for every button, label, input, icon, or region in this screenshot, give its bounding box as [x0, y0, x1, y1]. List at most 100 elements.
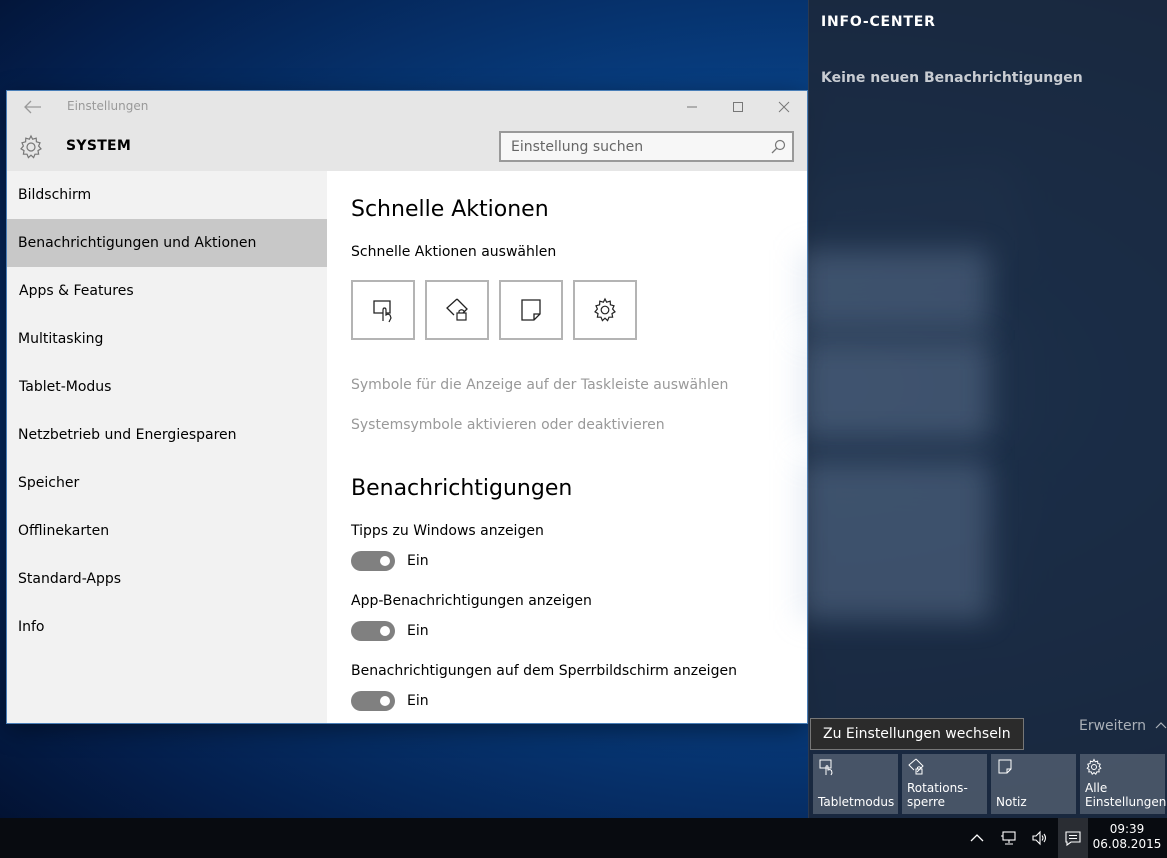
tile-label: Notiz	[996, 795, 1027, 809]
network-icon[interactable]	[1000, 829, 1018, 847]
action-center-button[interactable]	[1058, 818, 1088, 858]
note-icon	[998, 759, 1012, 774]
sidebar-item-label: Info	[18, 619, 45, 635]
taskbar-icons-link[interactable]: Symbole für die Anzeige auf der Taskleis…	[351, 377, 728, 393]
sidebar-item-label: Standard-Apps	[18, 571, 122, 587]
chevron-up-icon	[1155, 722, 1166, 729]
sidebar-item-label: Tablet-Modus	[19, 379, 112, 395]
tablet-mode-icon	[819, 759, 833, 776]
tile-label: Tabletmodus	[818, 795, 894, 809]
expand-label: Erweitern	[1079, 718, 1147, 734]
maximize-icon	[733, 102, 743, 112]
rotation-lock-icon	[446, 298, 468, 321]
close-button[interactable]	[761, 91, 807, 123]
toggle-label-lockscreen: Benachrichtigungen auf dem Sperrbildschi…	[351, 663, 737, 679]
toggle-knob	[380, 556, 390, 566]
close-icon	[778, 101, 790, 113]
toggle-label-app-notifications: App-Benachrichtigungen anzeigen	[351, 593, 592, 609]
clock[interactable]: 09:39 06.08.2015	[1092, 822, 1162, 852]
tile-label-line1: Tabletmodus	[818, 795, 895, 809]
sidebar-item-label: Netzbetrieb und Energiesparen	[18, 427, 237, 443]
sidebar-item-offlinekarten[interactable]: Offlinekarten	[7, 507, 327, 555]
minimize-button[interactable]	[669, 91, 715, 123]
sidebar-item-label: Offlinekarten	[18, 523, 110, 539]
settings-header: SYSTEM	[7, 123, 807, 171]
window-title: Einstellungen	[67, 99, 149, 113]
quick-actions-subtitle: Schnelle Aktionen auswählen	[351, 244, 557, 260]
tile-label: Alle Einstellungen	[1085, 781, 1166, 809]
sidebar-item-label: Multitasking	[18, 331, 104, 347]
tablet-mode-icon	[373, 300, 392, 323]
toggle-label-tips: Tipps zu Windows anzeigen	[351, 523, 544, 539]
tips-toggle[interactable]	[351, 551, 395, 571]
tile-label-line1: Alle	[1085, 781, 1108, 795]
quick-action-slot-note[interactable]	[499, 280, 563, 340]
toggle-state-app-notifications: Ein	[407, 623, 429, 639]
page-title: SYSTEM	[66, 138, 132, 154]
chevron-up-icon[interactable]	[968, 829, 986, 847]
rotation-lock-icon	[908, 758, 924, 775]
blur-backdrop	[799, 250, 989, 330]
sidebar-item-apps-features[interactable]: Apps & Features	[7, 267, 327, 315]
lockscreen-notifications-toggle[interactable]	[351, 691, 395, 711]
toggle-knob	[380, 696, 390, 706]
note-icon	[521, 299, 541, 321]
toggle-state-tips: Ein	[407, 553, 429, 569]
sidebar-item-multitasking[interactable]: Multitasking	[7, 315, 327, 363]
sidebar-item-label: Speicher	[18, 475, 80, 491]
notifications-heading: Benachrichtigungen	[351, 476, 573, 501]
sidebar-item-standard-apps[interactable]: Standard-Apps	[7, 555, 327, 603]
quick-actions-heading: Schnelle Aktionen	[351, 197, 549, 222]
gear-icon	[1086, 758, 1102, 776]
quick-action-slot-tablet-mode[interactable]	[351, 280, 415, 340]
tile-label: Rotations- sperre	[907, 781, 968, 809]
tile-label-line2: sperre	[907, 795, 946, 809]
blur-backdrop	[799, 460, 989, 620]
volume-icon[interactable]	[1031, 829, 1049, 847]
clock-date: 06.08.2015	[1092, 837, 1162, 851]
sidebar-item-info[interactable]: Info	[7, 603, 327, 651]
app-notifications-toggle[interactable]	[351, 621, 395, 641]
sidebar-item-bildschirm[interactable]: Bildschirm	[7, 171, 327, 219]
sidebar-item-tablet-modus[interactable]: Tablet-Modus	[7, 363, 327, 411]
tile-rotationssperre[interactable]: Rotations- sperre	[902, 754, 987, 814]
tile-notiz[interactable]: Notiz	[991, 754, 1076, 814]
settings-window: Einstellungen SYSTEM Bildschirm	[7, 91, 807, 723]
sidebar-item-label: Apps & Features	[19, 283, 134, 299]
tile-label-line1: Rotations-	[907, 781, 968, 795]
back-arrow-icon[interactable]	[21, 97, 43, 117]
tile-label-line1: Notiz	[996, 795, 1027, 809]
sidebar-item-speicher[interactable]: Speicher	[7, 459, 327, 507]
tooltip: Zu Einstellungen wechseln	[810, 718, 1024, 750]
gear-icon	[594, 297, 616, 322]
tile-alle-einstellungen[interactable]: Alle Einstellungen	[1080, 754, 1166, 814]
expand-button[interactable]: Erweitern	[1079, 718, 1167, 734]
quick-action-slot-all-settings[interactable]	[573, 280, 637, 340]
system-icons-link[interactable]: Systemsymbole aktivieren oder deaktivier…	[351, 417, 665, 433]
maximize-button[interactable]	[715, 91, 761, 123]
quick-action-slot-rotation-lock[interactable]	[425, 280, 489, 340]
clock-time: 09:39	[1109, 822, 1145, 836]
sidebar-item-benachrichtigungen[interactable]: Benachrichtigungen und Aktionen	[7, 219, 327, 267]
content-pane: Schnelle Aktionen Schnelle Aktionen ausw…	[327, 171, 807, 723]
no-notifications-text: Keine neuen Benachrichtigungen	[821, 70, 1083, 86]
gear-icon	[20, 134, 42, 159]
action-center-icon	[1065, 831, 1081, 847]
search-icon[interactable]	[770, 139, 786, 155]
minimize-icon	[687, 106, 697, 108]
sidebar-item-label: Bildschirm	[18, 187, 92, 203]
title-bar: Einstellungen	[7, 91, 807, 123]
action-center: INFO-CENTER Keine neuen Benachrichtigung…	[799, 0, 1167, 818]
sidebar-item-netzbetrieb[interactable]: Netzbetrieb und Energiesparen	[7, 411, 327, 459]
taskbar: 09:39 06.08.2015	[0, 818, 1167, 858]
tile-tabletmodus[interactable]: Tabletmodus	[813, 754, 898, 814]
search-input[interactable]	[501, 133, 766, 160]
sidebar-nav: Bildschirm Benachrichtigungen und Aktion…	[7, 171, 327, 723]
action-center-title: INFO-CENTER	[821, 14, 936, 30]
sidebar-item-label: Benachrichtigungen und Aktionen	[18, 235, 257, 251]
toggle-state-lockscreen: Ein	[407, 693, 429, 709]
tile-label-line2: Einstellungen	[1085, 795, 1167, 809]
toggle-knob	[380, 626, 390, 636]
search-box[interactable]	[499, 131, 794, 162]
blur-backdrop	[799, 340, 989, 440]
